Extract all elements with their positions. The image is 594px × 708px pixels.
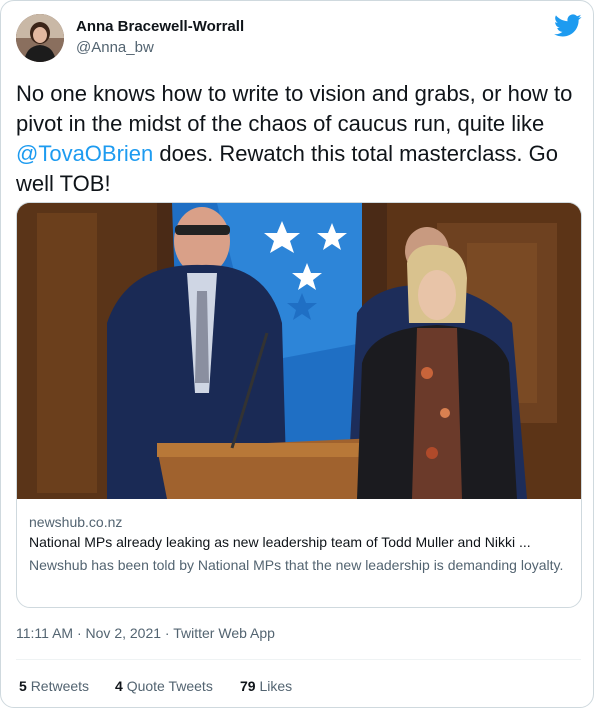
meta-separator: ·	[164, 625, 170, 641]
quotes-label: Quote Tweets	[126, 678, 213, 694]
likes-count: 79	[240, 678, 256, 694]
retweets-label: Retweets	[30, 678, 90, 694]
avatar-photo	[16, 14, 64, 62]
twitter-bird-icon[interactable]	[554, 14, 582, 38]
card-image	[17, 203, 581, 499]
meta-separator: ·	[76, 625, 82, 641]
tweet-time[interactable]: 11:11 AM	[16, 625, 73, 641]
link-card[interactable]: newshub.co.nz National MPs already leaki…	[16, 202, 582, 608]
divider	[16, 659, 581, 660]
quotes-count: 4	[115, 678, 123, 694]
quote-tweets-stat[interactable]: 4 Quote Tweets	[115, 678, 213, 694]
tweet-text: No one knows how to write to vision and …	[16, 79, 581, 199]
tweet-text-before: No one knows how to write to vision and …	[16, 81, 573, 136]
tweet-meta: 11:11 AM · Nov 2, 2021 · Twitter Web App	[16, 625, 275, 641]
card-domain: newshub.co.nz	[29, 514, 123, 530]
author-name[interactable]: Anna Bracewell-Worrall	[76, 18, 244, 35]
likes-label: Likes	[259, 678, 293, 694]
likes-stat[interactable]: 79 Likes	[240, 678, 292, 694]
tweet-embed[interactable]: Anna Bracewell-Worrall @Anna_bw No one k…	[0, 0, 594, 708]
card-title[interactable]: National MPs already leaking as new lead…	[29, 534, 574, 550]
card-description: Newshub has been told by National MPs th…	[29, 557, 564, 573]
tweet-source[interactable]: Twitter Web App	[173, 625, 275, 641]
author-handle[interactable]: @Anna_bw	[76, 39, 154, 56]
mention-link[interactable]: @TovaOBrien	[16, 141, 153, 166]
retweets-stat[interactable]: 5 Retweets	[19, 678, 89, 694]
tweet-date[interactable]: Nov 2, 2021	[86, 625, 162, 641]
retweets-count: 5	[19, 678, 27, 694]
author-avatar[interactable]	[16, 14, 64, 62]
